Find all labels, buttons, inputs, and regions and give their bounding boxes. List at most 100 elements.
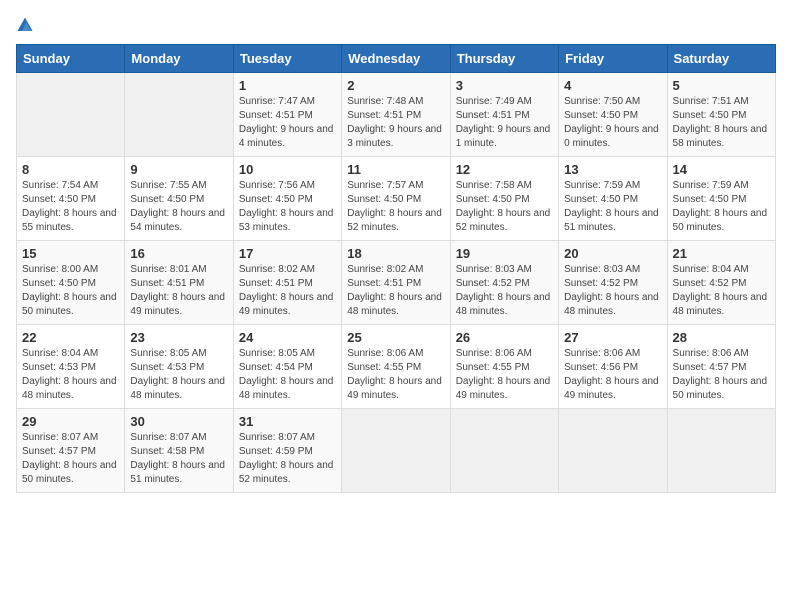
- day-cell-29: 29 Sunrise: 8:07 AMSunset: 4:57 PMDaylig…: [17, 409, 125, 493]
- day-number: 9: [130, 162, 227, 177]
- day-info: Sunrise: 7:47 AMSunset: 4:51 PMDaylight:…: [239, 96, 334, 149]
- day-number: 10: [239, 162, 336, 177]
- day-cell-14: 14 Sunrise: 7:59 AMSunset: 4:50 PMDaylig…: [667, 157, 775, 241]
- empty-cell: [450, 409, 558, 493]
- day-info: Sunrise: 7:50 AMSunset: 4:50 PMDaylight:…: [564, 96, 659, 149]
- day-number: 16: [130, 246, 227, 261]
- day-number: 2: [347, 78, 444, 93]
- day-info: Sunrise: 8:07 AMSunset: 4:59 PMDaylight:…: [239, 432, 334, 485]
- day-info: Sunrise: 7:57 AMSunset: 4:50 PMDaylight:…: [347, 180, 442, 233]
- day-number: 21: [673, 246, 770, 261]
- day-info: Sunrise: 8:06 AMSunset: 4:55 PMDaylight:…: [456, 348, 551, 401]
- day-cell-5: 5 Sunrise: 7:51 AMSunset: 4:50 PMDayligh…: [667, 73, 775, 157]
- day-number: 29: [22, 414, 119, 429]
- day-number: 17: [239, 246, 336, 261]
- day-cell-16: 16 Sunrise: 8:01 AMSunset: 4:51 PMDaylig…: [125, 241, 233, 325]
- calendar-body: 1 Sunrise: 7:47 AMSunset: 4:51 PMDayligh…: [17, 73, 776, 493]
- day-info: Sunrise: 8:07 AMSunset: 4:57 PMDaylight:…: [22, 432, 117, 485]
- day-info: Sunrise: 7:54 AMSunset: 4:50 PMDaylight:…: [22, 180, 117, 233]
- day-cell-11: 11 Sunrise: 7:57 AMSunset: 4:50 PMDaylig…: [342, 157, 450, 241]
- day-number: 18: [347, 246, 444, 261]
- day-cell-10: 10 Sunrise: 7:56 AMSunset: 4:50 PMDaylig…: [233, 157, 341, 241]
- calendar-header-row: SundayMondayTuesdayWednesdayThursdayFrid…: [17, 45, 776, 73]
- calendar-week-3: 15 Sunrise: 8:00 AMSunset: 4:50 PMDaylig…: [17, 241, 776, 325]
- day-number: 13: [564, 162, 661, 177]
- calendar-week-4: 22 Sunrise: 8:04 AMSunset: 4:53 PMDaylig…: [17, 325, 776, 409]
- day-number: 19: [456, 246, 553, 261]
- day-number: 12: [456, 162, 553, 177]
- empty-cell: [559, 409, 667, 493]
- day-cell-31: 31 Sunrise: 8:07 AMSunset: 4:59 PMDaylig…: [233, 409, 341, 493]
- logo: [16, 16, 38, 34]
- day-info: Sunrise: 8:06 AMSunset: 4:57 PMDaylight:…: [673, 348, 768, 401]
- day-info: Sunrise: 8:00 AMSunset: 4:50 PMDaylight:…: [22, 264, 117, 317]
- day-cell-30: 30 Sunrise: 8:07 AMSunset: 4:58 PMDaylig…: [125, 409, 233, 493]
- col-header-wednesday: Wednesday: [342, 45, 450, 73]
- day-number: 30: [130, 414, 227, 429]
- day-info: Sunrise: 8:06 AMSunset: 4:56 PMDaylight:…: [564, 348, 659, 401]
- day-info: Sunrise: 7:59 AMSunset: 4:50 PMDaylight:…: [673, 180, 768, 233]
- day-info: Sunrise: 8:01 AMSunset: 4:51 PMDaylight:…: [130, 264, 225, 317]
- day-cell-19: 19 Sunrise: 8:03 AMSunset: 4:52 PMDaylig…: [450, 241, 558, 325]
- day-info: Sunrise: 8:03 AMSunset: 4:52 PMDaylight:…: [564, 264, 659, 317]
- logo-icon: [16, 16, 34, 34]
- day-number: 24: [239, 330, 336, 345]
- day-number: 15: [22, 246, 119, 261]
- day-cell-18: 18 Sunrise: 8:02 AMSunset: 4:51 PMDaylig…: [342, 241, 450, 325]
- day-number: 20: [564, 246, 661, 261]
- col-header-thursday: Thursday: [450, 45, 558, 73]
- day-info: Sunrise: 8:05 AMSunset: 4:54 PMDaylight:…: [239, 348, 334, 401]
- day-info: Sunrise: 8:02 AMSunset: 4:51 PMDaylight:…: [347, 264, 442, 317]
- col-header-saturday: Saturday: [667, 45, 775, 73]
- day-info: Sunrise: 7:58 AMSunset: 4:50 PMDaylight:…: [456, 180, 551, 233]
- empty-cell: [342, 409, 450, 493]
- day-number: 8: [22, 162, 119, 177]
- calendar-week-2: 8 Sunrise: 7:54 AMSunset: 4:50 PMDayligh…: [17, 157, 776, 241]
- day-info: Sunrise: 8:05 AMSunset: 4:53 PMDaylight:…: [130, 348, 225, 401]
- day-cell-28: 28 Sunrise: 8:06 AMSunset: 4:57 PMDaylig…: [667, 325, 775, 409]
- day-number: 11: [347, 162, 444, 177]
- calendar-week-5: 29 Sunrise: 8:07 AMSunset: 4:57 PMDaylig…: [17, 409, 776, 493]
- day-info: Sunrise: 7:59 AMSunset: 4:50 PMDaylight:…: [564, 180, 659, 233]
- day-cell-8: 8 Sunrise: 7:54 AMSunset: 4:50 PMDayligh…: [17, 157, 125, 241]
- day-number: 4: [564, 78, 661, 93]
- day-cell-25: 25 Sunrise: 8:06 AMSunset: 4:55 PMDaylig…: [342, 325, 450, 409]
- day-info: Sunrise: 8:04 AMSunset: 4:52 PMDaylight:…: [673, 264, 768, 317]
- day-cell-17: 17 Sunrise: 8:02 AMSunset: 4:51 PMDaylig…: [233, 241, 341, 325]
- day-cell-9: 9 Sunrise: 7:55 AMSunset: 4:50 PMDayligh…: [125, 157, 233, 241]
- day-number: 25: [347, 330, 444, 345]
- day-cell-26: 26 Sunrise: 8:06 AMSunset: 4:55 PMDaylig…: [450, 325, 558, 409]
- day-info: Sunrise: 8:06 AMSunset: 4:55 PMDaylight:…: [347, 348, 442, 401]
- day-info: Sunrise: 7:51 AMSunset: 4:50 PMDaylight:…: [673, 96, 768, 149]
- day-cell-22: 22 Sunrise: 8:04 AMSunset: 4:53 PMDaylig…: [17, 325, 125, 409]
- day-cell-2: 2 Sunrise: 7:48 AMSunset: 4:51 PMDayligh…: [342, 73, 450, 157]
- day-info: Sunrise: 7:48 AMSunset: 4:51 PMDaylight:…: [347, 96, 442, 149]
- col-header-tuesday: Tuesday: [233, 45, 341, 73]
- day-number: 31: [239, 414, 336, 429]
- day-info: Sunrise: 7:56 AMSunset: 4:50 PMDaylight:…: [239, 180, 334, 233]
- day-number: 14: [673, 162, 770, 177]
- day-number: 5: [673, 78, 770, 93]
- day-info: Sunrise: 8:02 AMSunset: 4:51 PMDaylight:…: [239, 264, 334, 317]
- day-cell-12: 12 Sunrise: 7:58 AMSunset: 4:50 PMDaylig…: [450, 157, 558, 241]
- day-cell-15: 15 Sunrise: 8:00 AMSunset: 4:50 PMDaylig…: [17, 241, 125, 325]
- day-cell-23: 23 Sunrise: 8:05 AMSunset: 4:53 PMDaylig…: [125, 325, 233, 409]
- day-cell-27: 27 Sunrise: 8:06 AMSunset: 4:56 PMDaylig…: [559, 325, 667, 409]
- day-number: 26: [456, 330, 553, 345]
- day-number: 22: [22, 330, 119, 345]
- col-header-friday: Friday: [559, 45, 667, 73]
- day-cell-4: 4 Sunrise: 7:50 AMSunset: 4:50 PMDayligh…: [559, 73, 667, 157]
- day-number: 1: [239, 78, 336, 93]
- col-header-monday: Monday: [125, 45, 233, 73]
- header: [16, 16, 776, 34]
- calendar-table: SundayMondayTuesdayWednesdayThursdayFrid…: [16, 44, 776, 493]
- day-cell-21: 21 Sunrise: 8:04 AMSunset: 4:52 PMDaylig…: [667, 241, 775, 325]
- day-cell-1: 1 Sunrise: 7:47 AMSunset: 4:51 PMDayligh…: [233, 73, 341, 157]
- day-number: 28: [673, 330, 770, 345]
- day-number: 27: [564, 330, 661, 345]
- day-info: Sunrise: 8:03 AMSunset: 4:52 PMDaylight:…: [456, 264, 551, 317]
- day-cell-20: 20 Sunrise: 8:03 AMSunset: 4:52 PMDaylig…: [559, 241, 667, 325]
- empty-cell: [125, 73, 233, 157]
- day-cell-3: 3 Sunrise: 7:49 AMSunset: 4:51 PMDayligh…: [450, 73, 558, 157]
- day-info: Sunrise: 7:49 AMSunset: 4:51 PMDaylight:…: [456, 96, 551, 149]
